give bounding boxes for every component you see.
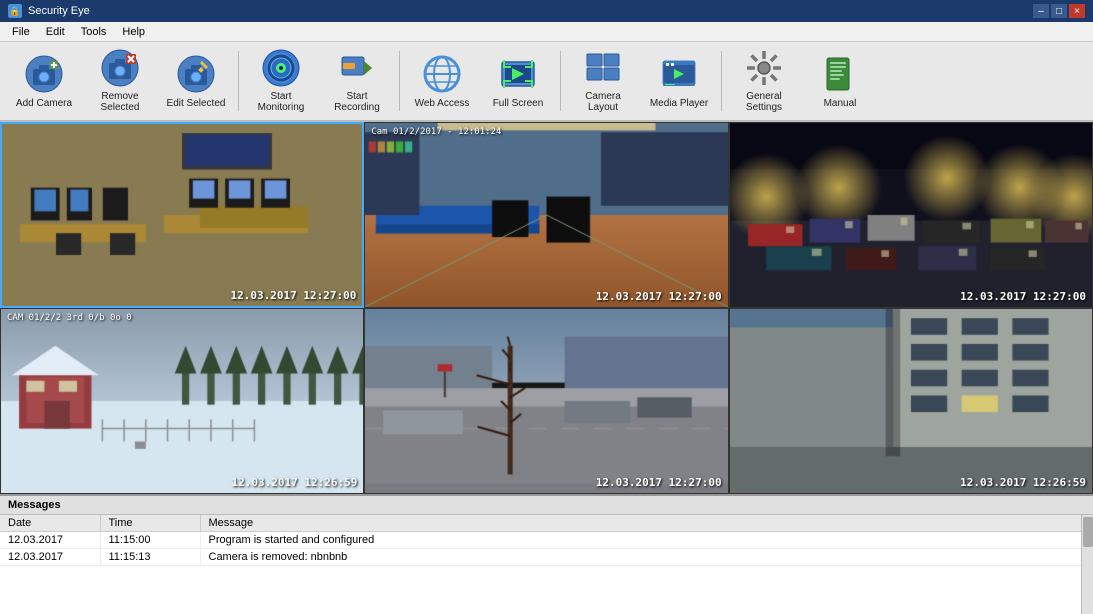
menu-tools[interactable]: Tools (73, 24, 115, 40)
menu-help[interactable]: Help (114, 24, 153, 40)
full-screen-button[interactable]: Full Screen (482, 45, 554, 117)
start-recording-label: Start Recording (326, 91, 388, 113)
start-monitoring-icon (261, 49, 301, 87)
menu-edit[interactable]: Edit (38, 24, 73, 40)
table-row: 12.03.2017 11:15:13 Camera is removed: n… (0, 549, 1093, 566)
camera-feed-2 (365, 123, 727, 307)
toolbar: Add Camera Remove Selected (0, 42, 1093, 122)
full-screen-icon (498, 54, 538, 94)
col-time: Time (100, 515, 200, 532)
camera-layout-icon (583, 49, 623, 87)
edit-selected-label: Edit Selected (167, 98, 226, 109)
camera-cell-2[interactable]: Cam 01/2/2017 - 12:01:24 12.03.2017 12:2… (364, 122, 728, 308)
camera-grid: 12.03.2017 12:27:00 Cam 01/2/2017 - 12:0… (0, 122, 1093, 494)
camera-timestamp-5: 12.03.2017 12:27:00 (596, 476, 722, 489)
camera-timestamp-1: 12.03.2017 12:27:00 (230, 289, 356, 302)
general-settings-icon (744, 49, 784, 87)
camera-feed-4 (1, 309, 363, 493)
messages-data-table: Date Time Message 12.03.2017 11:15:00 Pr… (0, 515, 1093, 566)
maximize-button[interactable]: □ (1051, 4, 1067, 18)
camera-overlay-2: Cam 01/2/2017 - 12:01:24 (371, 127, 501, 137)
row2-date: 12.03.2017 (0, 549, 100, 566)
camera-layout-button[interactable]: Camera Layout (567, 45, 639, 117)
row2-message: Camera is removed: nbnbnb (200, 549, 1093, 566)
table-row: 12.03.2017 11:15:00 Program is started a… (0, 532, 1093, 549)
camera-feed-6 (730, 309, 1092, 493)
add-camera-icon (24, 54, 64, 94)
edit-selected-button[interactable]: Edit Selected (160, 45, 232, 117)
camera-cell-3[interactable]: 12.03.2017 12:27:00 (729, 122, 1093, 308)
separator-3 (560, 51, 561, 111)
messages-wrapper: Date Time Message 12.03.2017 11:15:00 Pr… (0, 515, 1093, 614)
window-controls[interactable]: – □ × (1033, 4, 1085, 18)
start-monitoring-label: Start Monitoring (250, 91, 312, 113)
remove-selected-icon (100, 49, 140, 87)
camera-cell-1[interactable]: 12.03.2017 12:27:00 (0, 122, 364, 308)
messages-scrollbar[interactable] (1081, 515, 1093, 614)
camera-timestamp-3: 12.03.2017 12:27:00 (960, 290, 1086, 303)
camera-feed-1 (2, 124, 362, 306)
col-message: Message (200, 515, 1093, 532)
row1-time: 11:15:00 (100, 532, 200, 549)
start-monitoring-button[interactable]: Start Monitoring (245, 45, 317, 117)
web-access-icon (422, 54, 462, 94)
close-button[interactable]: × (1069, 4, 1085, 18)
remove-selected-label: Remove Selected (89, 91, 151, 113)
row2-time: 11:15:13 (100, 549, 200, 566)
general-settings-button[interactable]: General Settings (728, 45, 800, 117)
camera-cell-5[interactable]: 12.03.2017 12:27:00 (364, 308, 728, 494)
row1-message: Program is started and configured (200, 532, 1093, 549)
web-access-button[interactable]: Web Access (406, 45, 478, 117)
camera-timestamp-4: 12.03.2017 12:26:59 (231, 476, 357, 489)
camera-cell-6[interactable]: 12.03.2017 12:26:59 (729, 308, 1093, 494)
app-title: Security Eye (28, 5, 90, 17)
camera-overlay-4: CAM 01/2/2 3rd 0/b 0o 0 (7, 313, 132, 323)
separator-4 (721, 51, 722, 111)
minimize-button[interactable]: – (1033, 4, 1049, 18)
manual-label: Manual (824, 98, 857, 109)
add-camera-label: Add Camera (16, 98, 72, 109)
menu-file[interactable]: File (4, 24, 38, 40)
messages-table: Date Time Message 12.03.2017 11:15:00 Pr… (0, 515, 1093, 566)
media-player-icon (659, 54, 699, 94)
app-icon: 🔒 (8, 4, 22, 18)
messages-header: Messages (0, 496, 1093, 515)
media-player-button[interactable]: Media Player (643, 45, 715, 117)
scrollbar-thumb[interactable] (1083, 517, 1093, 547)
camera-timestamp-6: 12.03.2017 12:26:59 (960, 476, 1086, 489)
separator-2 (399, 51, 400, 111)
web-access-label: Web Access (415, 98, 470, 109)
camera-feed-3 (730, 123, 1092, 307)
remove-selected-button[interactable]: Remove Selected (84, 45, 156, 117)
full-screen-label: Full Screen (493, 98, 544, 109)
start-recording-icon (337, 49, 377, 87)
camera-cell-4[interactable]: CAM 01/2/2 3rd 0/b 0o 0 12.03.2017 12:26… (0, 308, 364, 494)
manual-button[interactable]: Manual (804, 45, 876, 117)
start-recording-button[interactable]: Start Recording (321, 45, 393, 117)
manual-icon (820, 54, 860, 94)
general-settings-label: General Settings (733, 91, 795, 113)
separator-1 (238, 51, 239, 111)
col-date: Date (0, 515, 100, 532)
menu-bar: File Edit Tools Help (0, 22, 1093, 42)
row1-date: 12.03.2017 (0, 532, 100, 549)
camera-layout-label: Camera Layout (572, 91, 634, 113)
camera-timestamp-2: 12.03.2017 12:27:00 (596, 290, 722, 303)
edit-selected-icon (176, 54, 216, 94)
messages-panel: Messages Date Time Message 12.03.2017 11… (0, 494, 1093, 614)
title-bar: 🔒 Security Eye – □ × (0, 0, 1093, 22)
table-header-row: Date Time Message (0, 515, 1093, 532)
media-player-label: Media Player (650, 98, 708, 109)
add-camera-button[interactable]: Add Camera (8, 45, 80, 117)
camera-feed-5 (365, 309, 727, 493)
